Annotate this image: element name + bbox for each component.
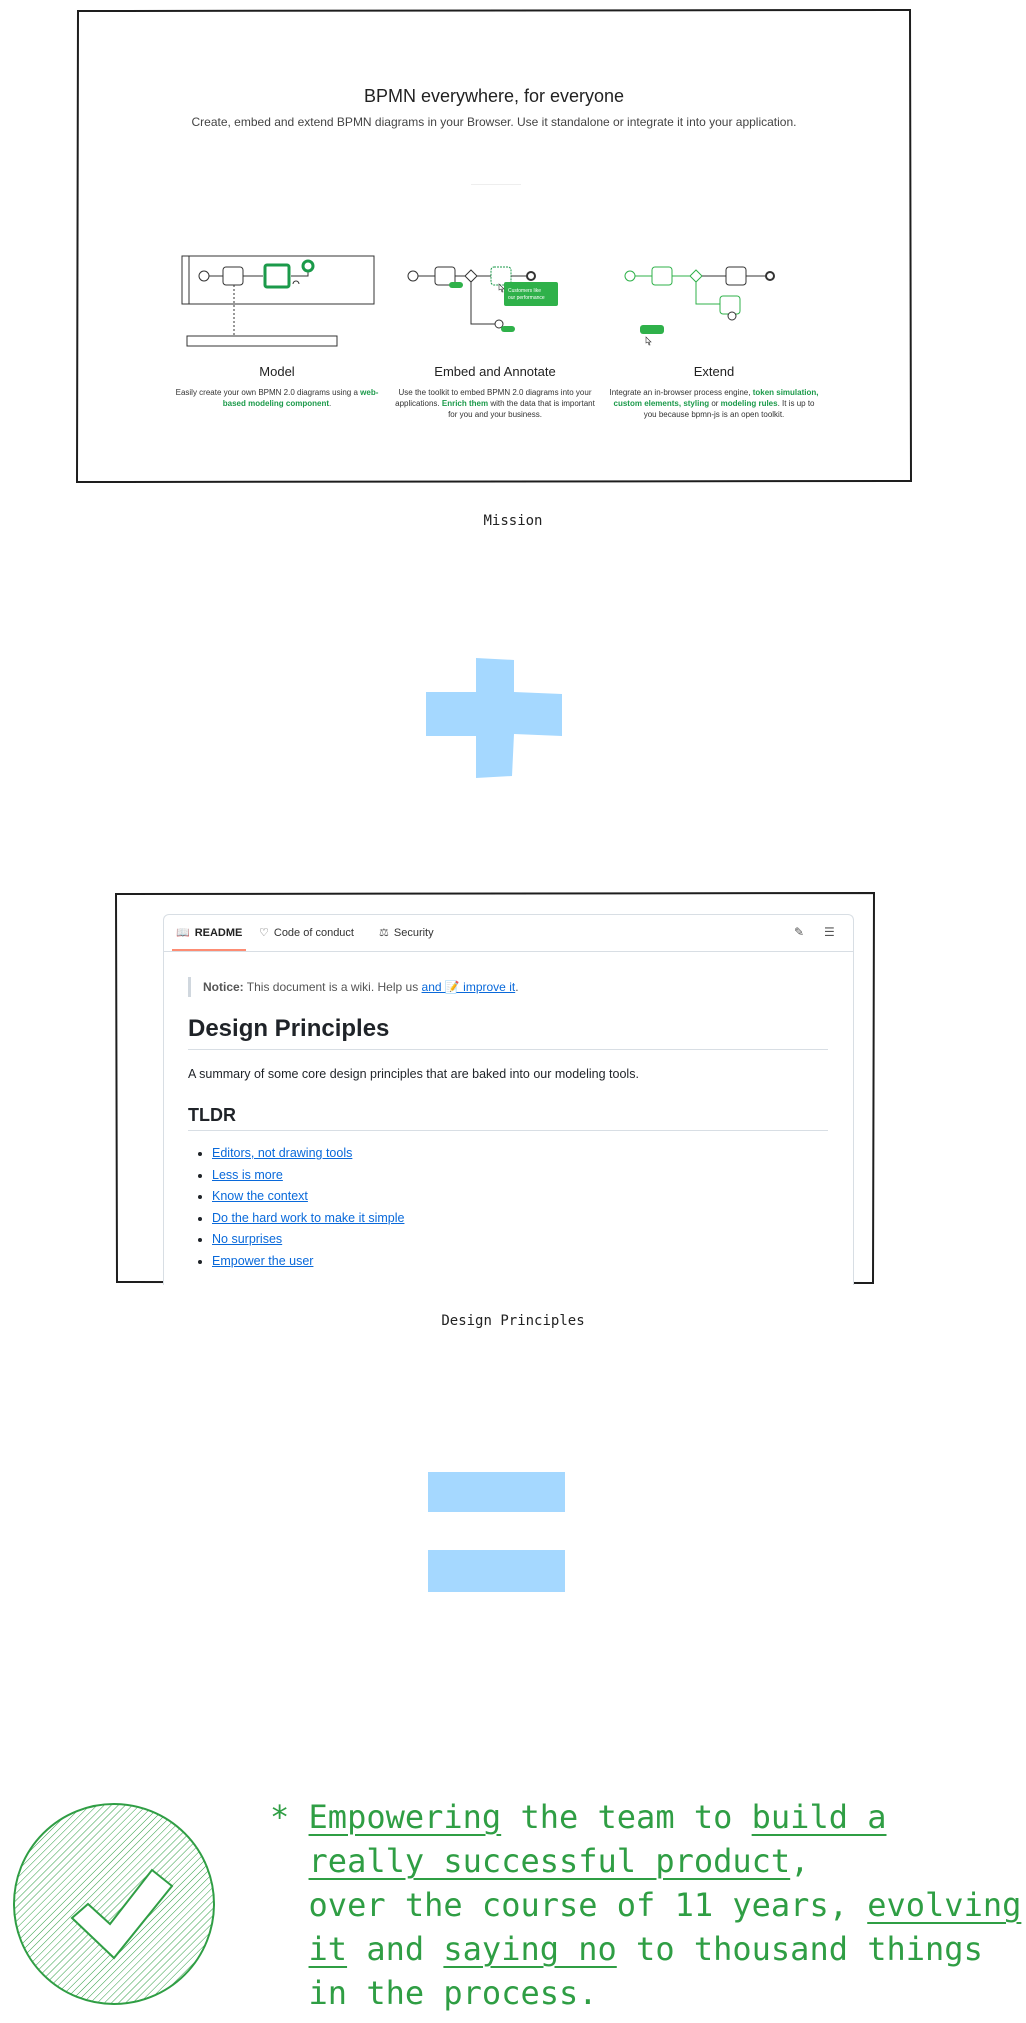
tooltip-line2: our performance <box>508 295 545 301</box>
notice-text: This document is a wiki. Help us <box>246 980 419 994</box>
page-title: Design Principles <box>188 1015 828 1050</box>
mission-title: BPMN everywhere, for everyone <box>363 86 625 106</box>
design-principles-screenshot-frame: 📖 README ♡ Code of conduct ⚖ Security ✎ ☰ N… <box>115 892 875 1285</box>
checkmark-badge-icon <box>13 1803 215 2005</box>
feature-model: Model Easily create your own BPMN 2.0 di… <box>172 364 382 409</box>
mission-caption: Mission <box>483 513 543 529</box>
feature-title: Embed and Annotate <box>434 364 556 379</box>
list-item: Less is more <box>212 1165 404 1187</box>
list-item: Editors, not drawing tools <box>212 1143 404 1165</box>
list-item: No surprises <box>212 1229 404 1251</box>
summary-text: A summary of some core design principles… <box>188 1067 639 1081</box>
improve-link[interactable]: and 📝 improve it <box>422 980 516 994</box>
notice-label: Notice: <box>203 980 244 994</box>
readme-card: 📖 README ♡ Code of conduct ⚖ Security ✎ ☰ N… <box>163 914 854 1285</box>
edit-pencil-icon[interactable]: ✎ <box>794 925 804 939</box>
principle-link[interactable]: Editors, not drawing tools <box>212 1146 352 1160</box>
feature-extend: Extend Integrate an in-browser process e… <box>609 364 819 420</box>
book-icon: 📖 <box>176 927 190 939</box>
tab-code-of-conduct[interactable]: ♡ Code of conduct <box>259 915 354 951</box>
principle-link[interactable]: No surprises <box>212 1232 282 1246</box>
equals-bar-top <box>428 1472 565 1512</box>
result-statement: * Empowering the team to build a really … <box>270 1798 1022 2012</box>
list-item: Know the context <box>212 1186 404 1208</box>
tldr-heading: TLDR <box>188 1105 828 1131</box>
feature-embed-annotate: Embed and Annotate Use the toolkit to em… <box>390 364 600 420</box>
feature-description: Use the toolkit to embed BPMN 2.0 diagra… <box>395 388 595 419</box>
readme-tabs: 📖 README ♡ Code of conduct ⚖ Security ✎ ☰ <box>164 915 853 952</box>
wiki-notice: Notice: This document is a wiki. Help us… <box>188 977 519 997</box>
model-diagram <box>181 255 375 347</box>
design-principles-caption: Design Principles <box>441 1313 585 1329</box>
separator <box>471 184 521 185</box>
tab-security[interactable]: ⚖ Security <box>379 915 434 951</box>
feature-title: Model <box>259 364 295 379</box>
list-item: Empower the user <box>212 1251 404 1273</box>
tooltip-line1: Customers like <box>508 288 541 294</box>
mission-subtitle: Create, embed and extend BPMN diagrams i… <box>191 115 797 129</box>
principle-link[interactable]: Empower the user <box>212 1254 313 1268</box>
scale-icon: ⚖ <box>379 927 389 939</box>
plus-icon <box>426 658 562 778</box>
outline-list-icon[interactable]: ☰ <box>824 925 835 939</box>
principle-link[interactable]: Do the hard work to make it simple <box>212 1211 404 1225</box>
list-item: Do the hard work to make it simple <box>212 1208 404 1230</box>
mission-screenshot-frame: BPMN everywhere, for everyone Create, em… <box>76 9 912 483</box>
feature-title: Extend <box>693 364 735 379</box>
principles-list: Editors, not drawing tools Less is more … <box>188 1143 404 1273</box>
active-tab-indicator <box>172 949 246 951</box>
feature-description: Integrate an in-browser process engine, … <box>609 388 819 419</box>
feature-description: Easily create your own BPMN 2.0 diagrams… <box>175 388 379 408</box>
equals-bar-bottom <box>428 1550 565 1592</box>
extend-diagram <box>624 266 775 346</box>
bullet: * <box>270 1798 290 1836</box>
principle-link[interactable]: Less is more <box>212 1168 283 1182</box>
principle-link[interactable]: Know the context <box>212 1189 308 1203</box>
embed-diagram: Customers like our performance <box>407 266 558 332</box>
tab-readme[interactable]: 📖 README <box>176 915 242 951</box>
heart-icon: ♡ <box>259 927 269 939</box>
